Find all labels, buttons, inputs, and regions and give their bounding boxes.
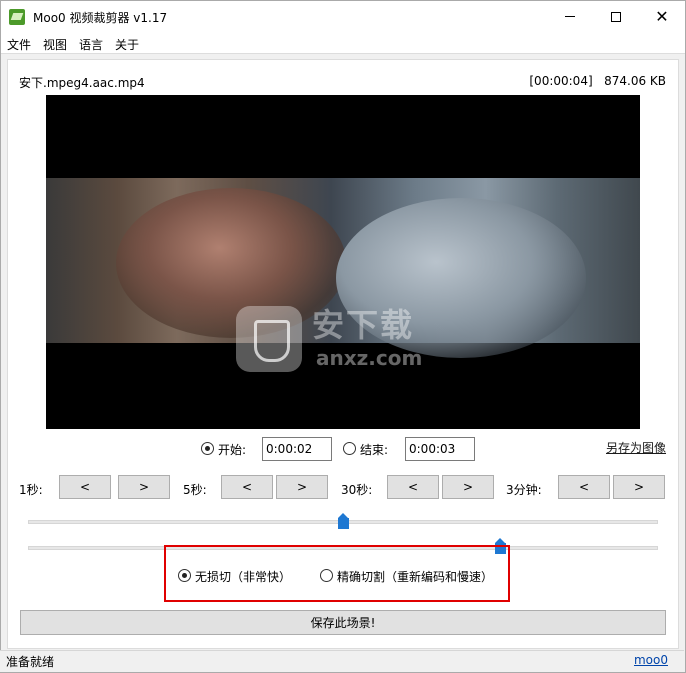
step-30s-back-button[interactable]: < — [387, 475, 439, 499]
step-3m-back-button[interactable]: < — [558, 475, 610, 499]
file-duration: [00:00:04] — [529, 74, 593, 88]
end-label: 结束: — [360, 443, 389, 457]
close-icon: ✕ — [655, 6, 669, 26]
maximize-icon — [611, 11, 621, 22]
menu-view[interactable]: 视图 — [43, 36, 67, 53]
minimize-icon — [565, 16, 575, 17]
close-button[interactable]: ✕ — [639, 1, 685, 32]
step-1s-back-button[interactable]: < — [59, 475, 111, 499]
title-bar[interactable]: Moo0 视频裁剪器 v1.17 ✕ — [1, 1, 685, 32]
step-1s-label: 1秒: — [19, 483, 43, 497]
save-scene-button[interactable]: 保存此场景! — [20, 610, 666, 635]
start-label: 开始: — [218, 443, 247, 457]
menu-language[interactable]: 语言 — [79, 36, 103, 53]
file-info: [00:00:04] 874.06 KB — [529, 74, 666, 88]
step-3m-label: 3分钟: — [506, 483, 542, 497]
step-1s-forward-button[interactable]: > — [118, 475, 170, 499]
menu-file[interactable]: 文件 — [7, 36, 31, 53]
status-bar — [0, 650, 684, 672]
end-time-input[interactable] — [405, 437, 475, 461]
minimize-button[interactable] — [547, 1, 593, 32]
step-30s-label: 30秒: — [341, 483, 373, 497]
step-5s-forward-button[interactable]: > — [276, 475, 328, 499]
start-slider-handle[interactable] — [337, 513, 349, 529]
window-title: Moo0 视频裁剪器 v1.17 — [33, 11, 168, 25]
file-size: 874.06 KB — [604, 74, 666, 88]
video-preview: 安下载 anxz.com — [46, 95, 640, 429]
shield-icon — [236, 306, 302, 372]
file-name: 安下.mpeg4.aac.mp4 — [19, 76, 145, 90]
end-radio[interactable] — [343, 442, 356, 455]
app-logo-icon — [9, 9, 25, 25]
step-30s-forward-button[interactable]: > — [442, 475, 494, 499]
watermark-url: anxz.com — [316, 346, 423, 370]
status-text: 准备就绪 — [6, 655, 55, 669]
save-image-link[interactable]: 另存为图像 — [606, 439, 666, 456]
cut-mode-highlight — [164, 545, 510, 602]
start-radio[interactable] — [201, 442, 214, 455]
step-5s-back-button[interactable]: < — [221, 475, 273, 499]
start-time-input[interactable] — [262, 437, 332, 461]
menu-about[interactable]: 关于 — [115, 36, 139, 53]
watermark-text: 安下载 — [312, 306, 415, 344]
moo0-link[interactable]: moo0 — [634, 653, 668, 667]
maximize-button[interactable] — [593, 1, 639, 32]
watermark: 安下载 anxz.com — [236, 300, 466, 380]
step-3m-forward-button[interactable]: > — [613, 475, 665, 499]
step-5s-label: 5秒: — [183, 483, 207, 497]
menu-bar: 文件 视图 语言 关于 — [1, 32, 685, 54]
